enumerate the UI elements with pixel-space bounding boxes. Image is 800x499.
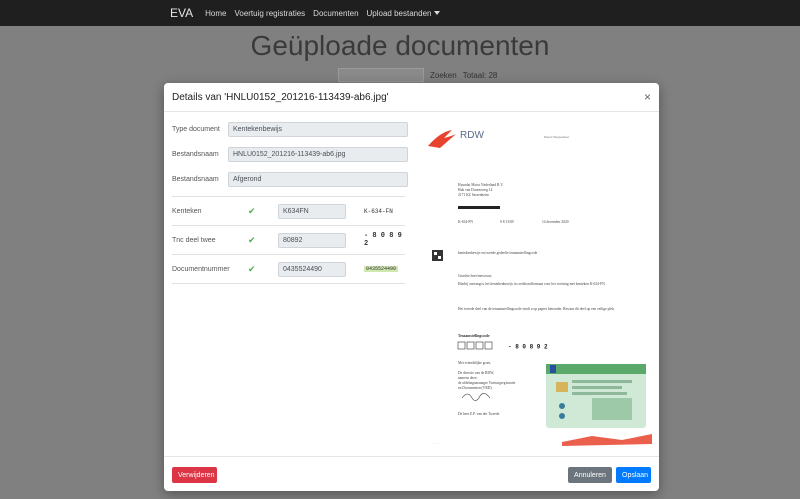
cancel-button[interactable]: Annuleren [568,467,612,483]
extracted-fields-table: Kenteken ✔ K634FN K-634-FN Tnc deel twee… [172,196,405,284]
nav-documenten[interactable]: Documenten [313,9,358,18]
subject-line: kentekenbewijs en tweede gedeelte tenaam… [458,251,538,255]
code-label: Tenaamstellingscode [458,334,490,338]
closing-1: Met vriendelijke groet, [458,361,491,366]
address-line-1: Hyundai Motor Nederland B.V. [458,183,503,187]
total-count: Totaal: 28 [462,70,498,80]
closing-4: de afdelingsmanager Voertuigregistratie [458,381,516,385]
nav-upload-bestanden-dropdown[interactable]: Upload bestanden [367,9,441,18]
document-image: RDW Dienst Wegverkeer Hyundai Motor Nede… [428,130,652,446]
page-title: Geüploade documenten [250,30,550,61]
search-button[interactable]: Zoeken [430,71,457,80]
search-bar: Zoeken Totaal: 28 [338,68,497,82]
tnc-snippet: - 8 0 8 9 2 [364,232,402,248]
kenteken-label: Kenteken [172,207,202,215]
code-box [457,341,466,350]
check-icon: ✔ [248,205,256,216]
save-button[interactable]: Opslaan [616,467,651,483]
meta-date: 14 december 2020 [542,220,569,224]
nav-voertuig-registraties[interactable]: Voertuig registraties [234,9,305,18]
form-row-status: Bestandsnaam Afgerond [172,168,412,190]
kenteken-snippet: K-634-FN [364,207,393,215]
type-document-label: Type document [172,125,220,133]
caret-down-icon [434,11,441,16]
documentnummer-snippet: 0435524490 [364,266,399,272]
meta-code: 0 8 13/09 [500,220,514,224]
rdw-logo-icon [428,130,456,148]
modal-footer: Verwijderen Annuleren Opslaan [164,456,659,491]
address-line-3: 2171 KZ Sassenheim [458,193,489,197]
table-row: Tnc deel twee ✔ 80892 - 8 0 8 9 2 [172,225,405,254]
header-note: Dienst Wegverkeer [544,135,569,139]
table-row: Documentnummer ✔ 0435524490 0435524490 [172,254,405,284]
tnc-deel-twee-field[interactable]: 80892 [278,232,346,248]
details-modal: Details van 'HNLU0152_201216-113439-ab6.… [164,83,659,491]
code-value: - 8 0 8 9 2 [508,344,548,351]
meta-kenteken: K-634-FN [458,220,473,224]
code-box [466,341,475,350]
type-document-field[interactable]: Kentekenbewijs [228,121,408,137]
signature-scribble [461,393,491,401]
document-preview: RDW Dienst Wegverkeer Hyundai Motor Nede… [422,124,654,456]
bestandsnaam-field[interactable]: HNLU0152_201216-113439-ab6.jpg [228,146,408,162]
form-row-type: Type document Kentekenbewijs [172,118,412,140]
documentnummer-label: Documentnummer [172,265,230,273]
kenteken-field[interactable]: K634FN [278,203,346,219]
tnc-deel-twee-label: Tnc deel twee [172,236,216,244]
paragraph-2: Het tweede deel van de tenaamstellingsco… [458,307,615,311]
document-form: Type document Kentekenbewijs Bestandsnaa… [172,118,412,193]
table-row: Kenteken ✔ K634FN K-634-FN [172,196,405,225]
modal-body: Type document Kentekenbewijs Bestandsnaa… [164,112,659,457]
signature-name: De heer E.P. van der Tweede [458,412,500,416]
form-row-filename: Bestandsnaam HNLU0152_201216-113439-ab6.… [172,143,412,165]
paragraph-1: Hierbij ontvangt u het kentekenbewijs in… [458,282,606,286]
address-line-2: Hub van Doorneweg 14 [458,188,493,192]
check-icon: ✔ [248,234,256,245]
search-input[interactable] [338,68,424,82]
modal-header: Details van 'HNLU0152_201216-113439-ab6.… [164,83,659,112]
rdw-logo-text: RDW [460,130,484,141]
status-label: Bestandsnaam [172,175,219,183]
delete-button[interactable]: Verwijderen [172,467,217,483]
svg-text:· · · · · ·: · · · · · · [432,442,441,445]
nav-upload-label: Upload bestanden [366,8,432,18]
documentnummer-field[interactable]: 0435524490 [278,261,346,277]
greeting: Geachte heer/mevrouw, [458,274,492,279]
footer-swoosh [562,434,652,446]
nav-home[interactable]: Home [205,9,226,18]
check-icon: ✔ [248,263,256,274]
modal-title: Details van 'HNLU0152_201216-113439-ab6.… [172,91,389,103]
navbar: EVA Home Voertuig registraties Documente… [0,0,800,26]
barcode-strip [458,206,500,209]
brand-link[interactable]: EVA [170,6,193,20]
bestandsnaam-label: Bestandsnaam [172,150,219,158]
qr-code [432,250,443,261]
code-box [484,341,493,350]
code-box [475,341,484,350]
closing-5: en Documenten (VRD). [458,386,493,390]
status-field[interactable]: Afgerond [228,171,408,187]
close-icon[interactable]: × [644,90,651,104]
